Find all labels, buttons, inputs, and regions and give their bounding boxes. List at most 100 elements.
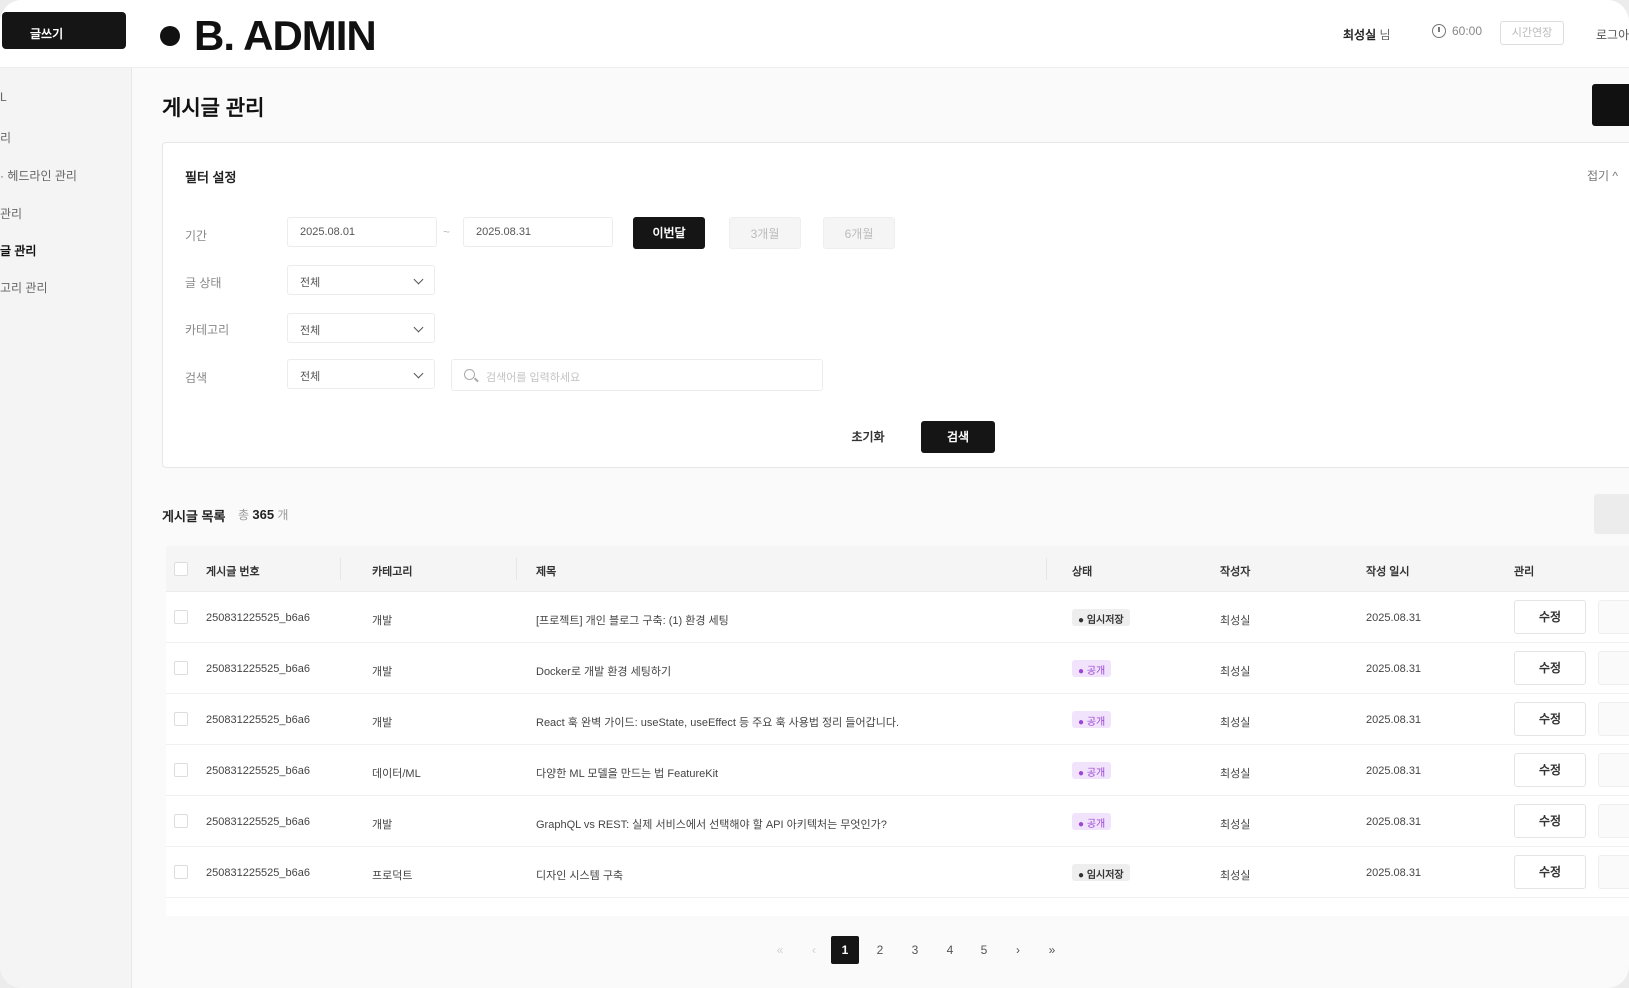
search-type-value: 전체 xyxy=(300,371,321,383)
row-checkbox[interactable] xyxy=(174,661,188,675)
list-action-button[interactable] xyxy=(1594,494,1629,534)
last-page-button[interactable]: » xyxy=(1038,936,1066,964)
table-row[interactable]: 250831225525_b6a6 프로덕트 디자인 시스템 구축 ● 임시저장… xyxy=(166,847,1629,898)
delete-button[interactable] xyxy=(1598,702,1629,736)
category-select[interactable]: 전체 xyxy=(287,313,435,343)
list-count: 총 365 개 xyxy=(238,506,288,523)
row-checkbox[interactable] xyxy=(174,763,188,777)
sidebar: L 리 · 헤드라인 관리 관리 글 관리 고리 관리 xyxy=(0,68,132,988)
page-button-5[interactable]: 5 xyxy=(970,936,998,964)
chevron-down-icon xyxy=(413,368,424,379)
posts-table: 게시글 번호 카테고리 제목 상태 작성자 작성 일시 관리 250831225… xyxy=(166,546,1629,916)
status-badge: ● 공개 xyxy=(1072,762,1112,779)
logo[interactable]: B. ADMIN xyxy=(160,12,377,60)
status-badge: ● 공개 xyxy=(1072,813,1112,830)
post-date: 2025.08.31 xyxy=(1366,612,1422,624)
category-select-value: 전체 xyxy=(300,325,321,337)
sidebar-item-0[interactable]: L xyxy=(0,90,7,104)
this-month-button[interactable]: 이번달 xyxy=(633,217,705,249)
chevron-down-icon xyxy=(413,322,424,333)
post-author: 최성실 xyxy=(1220,768,1251,780)
post-category: 개발 xyxy=(372,666,393,678)
delete-button[interactable] xyxy=(1598,804,1629,838)
extend-session-button[interactable]: 시간연장 xyxy=(1500,21,1564,45)
count-suffix: 개 xyxy=(274,508,289,522)
post-id: 250831225525_b6a6 xyxy=(206,714,311,726)
table-row[interactable]: 250831225525_b6a6 개발 React 훅 완벽 가이드: use… xyxy=(166,694,1629,745)
date-to-input[interactable]: 2025.08.31 xyxy=(463,217,613,247)
table-row[interactable]: 250831225525_b6a6 개발 Docker로 개발 환경 세팅하기 … xyxy=(166,643,1629,694)
edit-button[interactable]: 수정 xyxy=(1514,702,1586,736)
edit-button[interactable]: 수정 xyxy=(1514,855,1586,889)
sidebar-item-headline[interactable]: · 헤드라인 관리 xyxy=(0,167,77,184)
row-checkbox[interactable] xyxy=(174,610,188,624)
post-date: 2025.08.31 xyxy=(1366,765,1422,777)
table-row[interactable]: 250831225525_b6a6 개발 [프로젝트] 개인 블로그 구축: (… xyxy=(166,592,1629,643)
reset-button[interactable]: 초기화 xyxy=(831,421,905,453)
delete-button[interactable] xyxy=(1598,600,1629,634)
filter-title: 필터 설정 xyxy=(185,170,237,185)
page-button-2[interactable]: 2 xyxy=(866,936,894,964)
post-title[interactable]: React 훅 완벽 가이드: useState, useEffect 등 주요… xyxy=(536,714,899,730)
count-prefix: 총 xyxy=(238,508,253,522)
col-title: 제목 xyxy=(536,566,557,578)
app-frame: 글쓰기 B. ADMIN 최성실 님 60:00 시간연장 로그아웃 L 리 ·… xyxy=(0,0,1629,988)
search-input[interactable]: 검색어를 입력하세요 xyxy=(451,359,823,391)
logo-text: B. ADMIN xyxy=(194,12,377,59)
page-title: 게시글 관리 xyxy=(162,97,265,120)
edit-button[interactable]: 수정 xyxy=(1514,651,1586,685)
table-row[interactable]: 250831225525_b6a6 개발 GraphQL vs REST: 실제… xyxy=(166,796,1629,847)
page-action-button[interactable] xyxy=(1592,84,1629,126)
post-title[interactable]: Docker로 개발 환경 세팅하기 xyxy=(536,663,671,679)
count-value: 365 xyxy=(252,507,275,522)
delete-button[interactable] xyxy=(1598,855,1629,889)
date-from-input[interactable]: 2025.08.01 xyxy=(287,217,437,247)
post-title[interactable]: 디자인 시스템 구축 xyxy=(536,867,623,883)
sidebar-item-1[interactable]: 리 xyxy=(0,129,11,146)
page-button-1[interactable]: 1 xyxy=(831,936,859,964)
logout-link[interactable]: 로그아웃 xyxy=(1596,26,1629,43)
row-checkbox[interactable] xyxy=(174,865,188,879)
sidebar-item-posts[interactable]: 글 관리 xyxy=(0,242,36,259)
delete-button[interactable] xyxy=(1598,753,1629,787)
col-category: 카테고리 xyxy=(372,566,413,578)
sidebar-item-category[interactable]: 고리 관리 xyxy=(0,279,48,296)
page-button-3[interactable]: 3 xyxy=(901,936,929,964)
col-status: 상태 xyxy=(1072,566,1093,578)
row-checkbox[interactable] xyxy=(174,712,188,726)
post-author: 최성실 xyxy=(1220,819,1251,831)
collapse-toggle[interactable]: 접기 ^ xyxy=(1587,167,1618,184)
table-header: 게시글 번호 카테고리 제목 상태 작성자 작성 일시 관리 xyxy=(166,546,1629,592)
sidebar-item-3[interactable]: 관리 xyxy=(0,205,22,222)
post-id: 250831225525_b6a6 xyxy=(206,816,311,828)
three-months-button[interactable]: 3개월 xyxy=(729,217,801,249)
edit-button[interactable]: 수정 xyxy=(1514,804,1586,838)
edit-button[interactable]: 수정 xyxy=(1514,753,1586,787)
post-title[interactable]: [프로젝트] 개인 블로그 구축: (1) 환경 세팅 xyxy=(536,612,729,628)
next-page-button[interactable]: › xyxy=(1004,936,1032,964)
table-row[interactable]: 250831225525_b6a6 데이터/ML 다양한 ML 모델을 만드는 … xyxy=(166,745,1629,796)
row-checkbox[interactable] xyxy=(174,814,188,828)
post-author: 최성실 xyxy=(1220,666,1251,678)
post-title[interactable]: 다양한 ML 모델을 만드는 법 FeatureKit xyxy=(536,765,718,781)
search-button[interactable]: 검색 xyxy=(921,421,995,453)
search-label: 검색 xyxy=(185,371,208,385)
post-title[interactable]: GraphQL vs REST: 실제 서비스에서 선택해야 할 API 아키텍… xyxy=(536,816,887,832)
delete-button[interactable] xyxy=(1598,651,1629,685)
search-placeholder: 검색어를 입력하세요 xyxy=(486,372,581,384)
period-label: 기간 xyxy=(185,229,208,243)
filter-panel: 필터 설정 접기 ^ 기간 2025.08.01 ~ 2025.08.31 이번… xyxy=(162,142,1629,468)
prev-page-button[interactable]: ‹ xyxy=(800,936,828,964)
select-all-checkbox[interactable] xyxy=(174,562,188,576)
search-type-select[interactable]: 전체 xyxy=(287,359,435,389)
first-page-button[interactable]: « xyxy=(766,936,794,964)
user-suffix: 님 xyxy=(1376,28,1391,42)
post-author: 최성실 xyxy=(1220,717,1251,729)
status-select[interactable]: 전체 xyxy=(287,265,435,295)
six-months-button[interactable]: 6개월 xyxy=(823,217,895,249)
write-post-button[interactable]: 글쓰기 xyxy=(2,12,126,49)
page-button-4[interactable]: 4 xyxy=(936,936,964,964)
logo-dot-icon xyxy=(160,26,180,46)
date-range-separator: ~ xyxy=(443,225,451,239)
edit-button[interactable]: 수정 xyxy=(1514,600,1586,634)
